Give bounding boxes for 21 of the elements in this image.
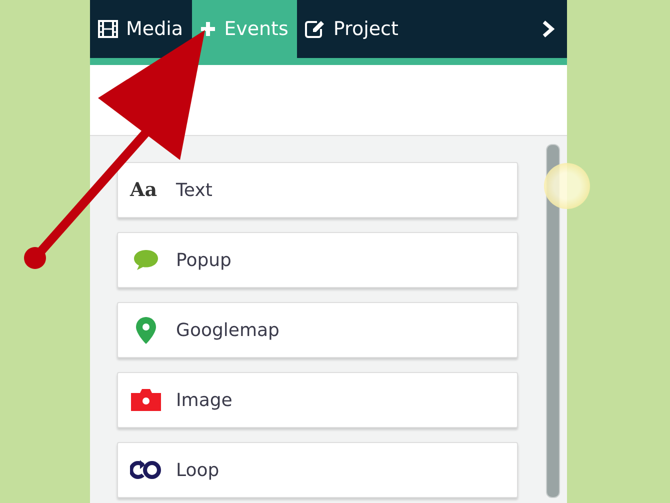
- event-label: Loop: [176, 460, 220, 480]
- event-card[interactable]: Googlemap: [117, 302, 518, 358]
- event-label: Googlemap: [176, 320, 280, 340]
- cursor-highlight: [544, 163, 590, 209]
- film-icon: [98, 20, 118, 38]
- event-card[interactable]: Aa Text: [117, 162, 518, 218]
- event-label: Text: [176, 180, 212, 200]
- edit-icon: [305, 20, 326, 38]
- event-card[interactable]: Loop: [117, 442, 518, 498]
- camera-icon: [130, 389, 162, 411]
- tab[interactable]: Media: [90, 0, 192, 58]
- event-card[interactable]: Image: [117, 372, 518, 428]
- font-icon: Aa: [130, 179, 162, 201]
- event-label: Popup: [176, 250, 232, 270]
- plus-icon: [200, 21, 216, 37]
- scrollbar[interactable]: [546, 144, 560, 498]
- event-card[interactable]: Popup: [117, 232, 518, 288]
- chevron-right-icon[interactable]: [541, 20, 555, 38]
- loop-icon: [130, 459, 162, 481]
- tab[interactable]: Project: [297, 0, 408, 58]
- event-label: Image: [176, 390, 232, 410]
